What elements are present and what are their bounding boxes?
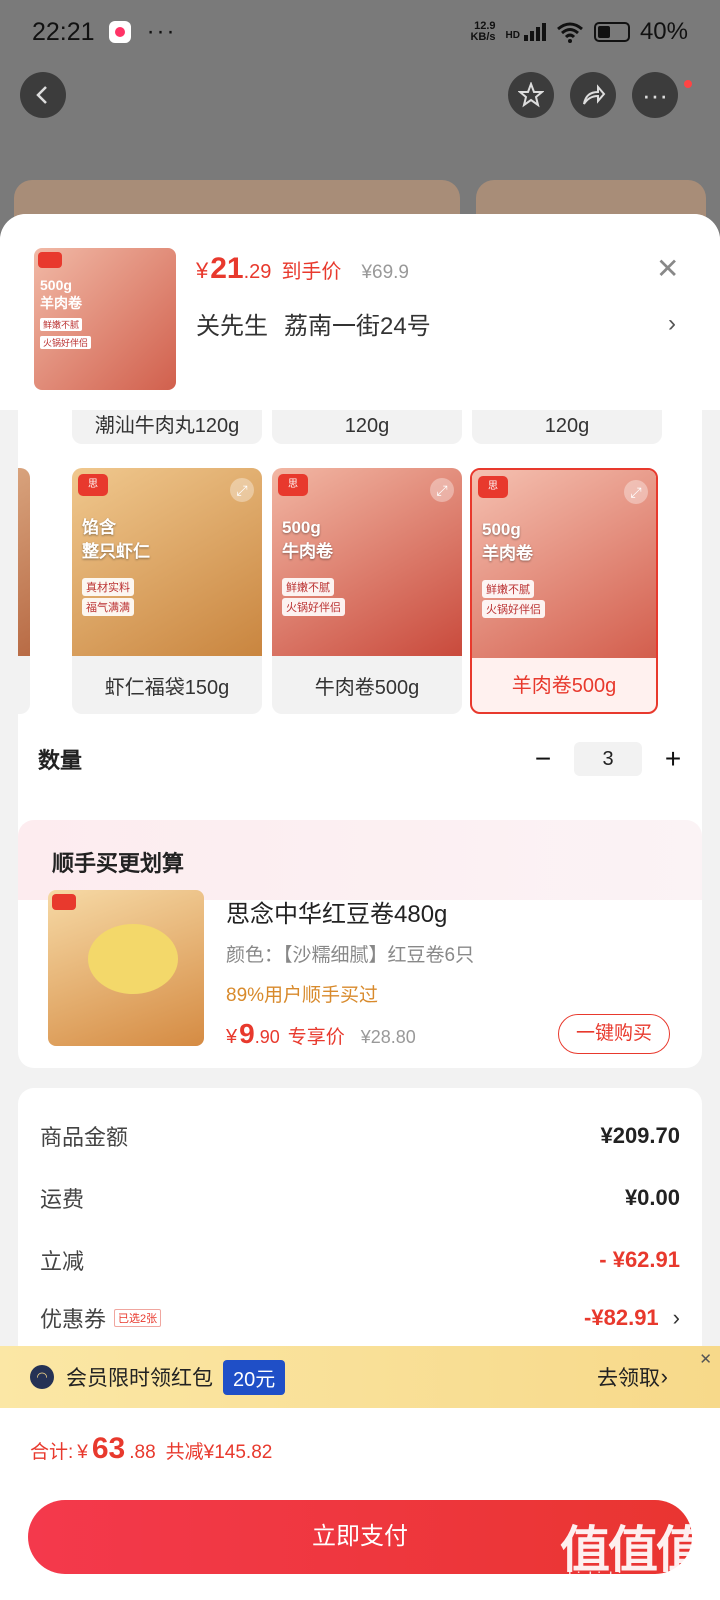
- network-speed: 12.9 KB/s: [470, 20, 496, 43]
- vip-icon: ◠: [30, 1365, 54, 1389]
- chevron-right-icon[interactable]: ›: [668, 310, 676, 338]
- spec-option-beef[interactable]: 思 ⤢ 500g 牛肉卷 鲜嫩不腻 火锅好伴侣 牛肉卷500g: [272, 468, 462, 714]
- more-button[interactable]: ···: [632, 72, 678, 118]
- expand-icon[interactable]: ⤢: [430, 478, 454, 502]
- summary-row-discount: 立减 - ¥62.91: [40, 1247, 680, 1274]
- address-selector[interactable]: 关先生 荔南一街24号: [196, 306, 431, 341]
- upsell-title: 顺手买更划算: [52, 851, 185, 876]
- coupon-count-badge: 已选2张: [114, 1309, 162, 1327]
- address-name: 关先生: [196, 313, 268, 340]
- purchase-sheet: 500g 羊肉卷 鲜嫩不腻 火锅好伴侣 ¥ 21 .29 到手价 ¥69.9 ✕ …: [0, 214, 720, 1600]
- quantity-input[interactable]: 3: [574, 742, 642, 776]
- signal-icon: HD: [506, 23, 546, 41]
- spec-label: 羊肉卷500g: [511, 674, 617, 697]
- original-price: ¥69.9: [361, 262, 409, 283]
- upsell-variant: 颜色：【沙糯细腻】红豆卷6只: [226, 945, 475, 966]
- close-icon[interactable]: ✕: [656, 252, 679, 285]
- back-button[interactable]: [20, 72, 66, 118]
- spec-label: 牛肉卷500g: [314, 676, 420, 699]
- price-row: ¥ 21 .29 到手价 ¥69.9: [196, 252, 409, 285]
- summary-row-coupon[interactable]: 优惠券 已选2张 -¥82.91 ›: [40, 1302, 680, 1334]
- star-icon: [518, 82, 544, 108]
- summary-row-goods: 商品金额 ¥209.70: [40, 1123, 680, 1150]
- status-time: 22:21: [32, 17, 95, 46]
- app-notification-icon: [108, 21, 131, 43]
- upsell-product-name[interactable]: 思念中华红豆卷480g: [226, 894, 447, 929]
- summary-row-shipping: 运费 ¥0.00: [40, 1185, 680, 1212]
- brand-logo-icon: 思: [278, 474, 308, 496]
- share-icon: [583, 84, 606, 105]
- address-line: 荔南一街24号: [284, 313, 431, 340]
- product-thumbnail: 500g 羊肉卷 鲜嫩不腻 火锅好伴侣: [34, 248, 176, 390]
- brand-logo-icon: 思: [78, 474, 108, 496]
- spec-option[interactable]: 潮汕牛肉丸120g: [72, 410, 262, 444]
- spec-option[interactable]: 120g: [472, 410, 662, 444]
- upsell-product-image[interactable]: [48, 890, 204, 1046]
- share-button[interactable]: [570, 72, 616, 118]
- upsell-popularity: 89%用户顺手买过: [226, 985, 379, 1006]
- spec-option[interactable]: [18, 468, 30, 714]
- spec-option-shrimp[interactable]: 思 ⤢ 馅含 整只虾仁 真材实料 福气满满 虾仁福袋150g: [72, 468, 262, 714]
- member-banner-text: 会员限时领红包: [66, 1367, 213, 1390]
- total-price: 合计: ¥ 63 .88 共减¥145.82: [30, 1432, 273, 1465]
- quantity-label: 数量: [38, 748, 83, 773]
- quantity-stepper: − 3 +: [528, 742, 688, 776]
- status-bar: 22:21 ··· 12.9 KB/s HD 40%: [0, 0, 720, 64]
- upsell-price: ¥ 9 .90 专享价 ¥28.80: [226, 1018, 416, 1049]
- wifi-icon: [556, 22, 583, 43]
- one-click-buy-button[interactable]: 一键购买: [558, 1014, 670, 1054]
- total-discount: 共减¥145.82: [165, 1442, 273, 1463]
- close-icon[interactable]: ✕: [699, 1350, 712, 1368]
- chevron-right-icon: ›: [672, 1305, 680, 1330]
- chevron-right-icon: ›: [660, 1364, 668, 1389]
- spec-option[interactable]: 120g: [272, 410, 462, 444]
- spec-label: 虾仁福袋150g: [104, 676, 230, 699]
- battery-level: 40%: [639, 18, 688, 45]
- chevron-left-icon: [36, 86, 47, 104]
- sheet-header: 500g 羊肉卷 鲜嫩不腻 火锅好伴侣 ¥ 21 .29 到手价 ¥69.9 ✕ …: [0, 214, 720, 410]
- brand-logo-icon: 思: [478, 476, 508, 498]
- spec-option-lamb-selected[interactable]: 思 ⤢ 500g 羊肉卷 鲜嫩不腻 火锅好伴侣 羊肉卷500g: [470, 468, 658, 714]
- favorite-button[interactable]: [508, 72, 554, 118]
- more-icon: ···: [642, 79, 668, 110]
- member-red-packet-banner[interactable]: ◠ 会员限时领红包 20元 去领取 › ✕: [0, 1346, 720, 1408]
- expand-icon[interactable]: ⤢: [230, 478, 254, 502]
- increment-button[interactable]: +: [658, 743, 688, 775]
- claim-link[interactable]: 去领取: [597, 1362, 660, 1392]
- quantity-row: 数量 − 3 +: [38, 742, 688, 776]
- notification-dot: [684, 80, 692, 88]
- more-notifications-icon: ···: [146, 18, 177, 45]
- decrement-button[interactable]: −: [528, 743, 558, 775]
- battery-icon: [593, 22, 630, 42]
- price-summary: 商品金额 ¥209.70 运费 ¥0.00 立减 - ¥62.91 优惠券 已选…: [18, 1088, 702, 1388]
- watermark-url: zhizhizhi.com: [560, 1570, 657, 1587]
- red-packet-amount: 20元: [223, 1359, 286, 1395]
- expand-icon[interactable]: ⤢: [624, 480, 648, 504]
- upsell-card: 顺手买更划算 思念中华红豆卷480g 颜色：【沙糯细腻】红豆卷6只 89%用户顺…: [18, 820, 702, 1068]
